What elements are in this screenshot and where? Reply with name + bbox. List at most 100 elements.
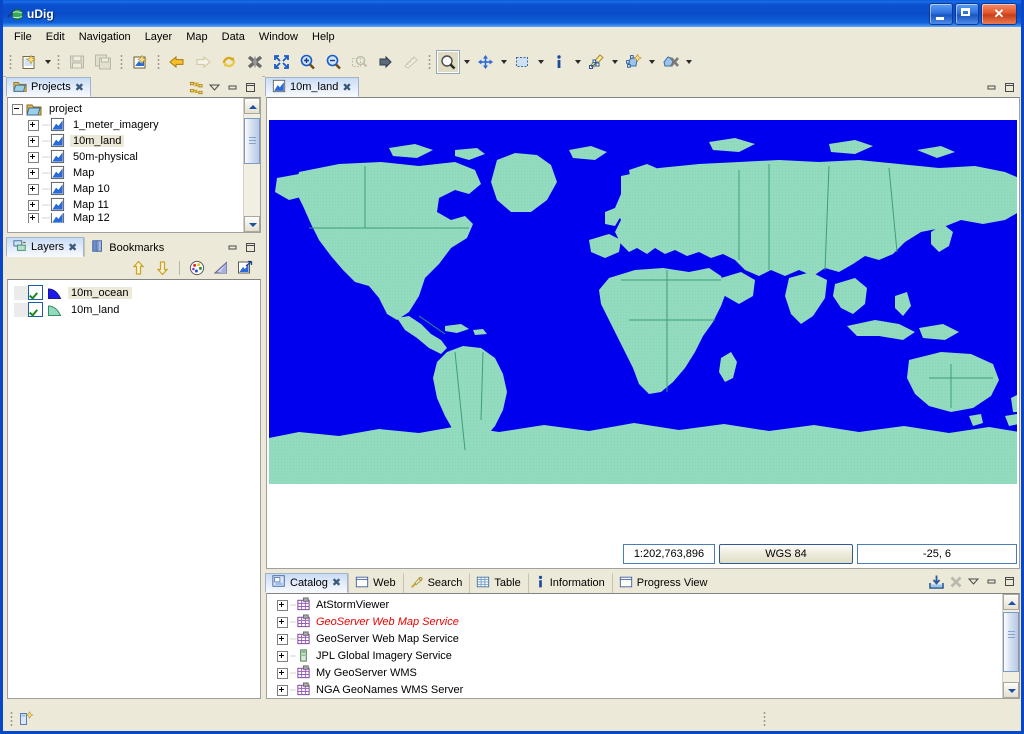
delete-feature-button[interactable] — [658, 50, 682, 74]
menu-item-edit[interactable]: Edit — [39, 29, 72, 45]
import-icon[interactable] — [927, 573, 945, 591]
pan-tool-dropdown-arrow[interactable] — [498, 51, 509, 73]
map-canvas[interactable] — [269, 120, 1017, 484]
measure-button[interactable] — [399, 50, 423, 74]
tab-progress-view[interactable]: Progress View — [612, 573, 715, 593]
scroll-thumb[interactable] — [1003, 612, 1019, 672]
maximize-icon[interactable] — [1002, 80, 1017, 95]
tree-item-10m_land[interactable]: 10m_land — [12, 133, 260, 149]
crs-button[interactable]: WGS 84 — [719, 544, 853, 564]
tab-projects[interactable]: Projects ✖ — [6, 77, 91, 97]
maximize-icon[interactable] — [1002, 574, 1017, 589]
expand-toggle[interactable] — [28, 184, 39, 195]
zoom-out-button[interactable] — [321, 50, 345, 74]
remove-x-icon[interactable] — [948, 574, 963, 589]
scroll-down-button[interactable] — [244, 216, 260, 232]
expand-toggle[interactable] — [28, 213, 39, 223]
scroll-down-button[interactable] — [1003, 682, 1019, 698]
menu-item-layer[interactable]: Layer — [138, 29, 180, 45]
layer-visibility-checkbox[interactable] — [28, 302, 43, 317]
delete-feature-dropdown-arrow[interactable] — [683, 51, 694, 73]
layer-row-10m_ocean[interactable]: 10m_ocean — [8, 284, 260, 301]
info-tool-button[interactable] — [547, 50, 571, 74]
expand-toggle[interactable] — [277, 668, 288, 679]
tab-table[interactable]: Table — [469, 573, 527, 593]
menu-item-data[interactable]: Data — [215, 29, 252, 45]
zoom-extent-button[interactable] — [269, 50, 293, 74]
minimize-icon[interactable] — [984, 574, 999, 589]
layer-row-10m_land[interactable]: 10m_land — [8, 301, 260, 318]
expand-toggle[interactable] — [28, 168, 39, 179]
arrow-down-icon[interactable] — [153, 259, 171, 277]
catalog-entry-my-geoserver-wms[interactable]: My GeoServer WMS — [267, 665, 1019, 682]
forward-button[interactable] — [191, 50, 215, 74]
zoom-selection-button[interactable] — [347, 50, 371, 74]
menu-item-file[interactable]: File — [7, 29, 39, 45]
tree-item-1_meter_imagery[interactable]: 1_meter_imagery — [12, 117, 260, 133]
pan-to-button[interactable] — [373, 50, 397, 74]
expand-toggle[interactable] — [277, 600, 288, 611]
expand-toggle[interactable] — [277, 651, 288, 662]
scroll-up-button[interactable] — [244, 98, 260, 114]
menu-item-window[interactable]: Window — [252, 29, 305, 45]
menu-item-help[interactable]: Help — [305, 29, 342, 45]
expand-toggle[interactable] — [28, 152, 39, 163]
maximize-button[interactable] — [955, 3, 979, 25]
pan-tool-button[interactable] — [473, 50, 497, 74]
zoom-tool-dropdown-arrow[interactable] — [461, 51, 472, 73]
zoom-tool-button[interactable] — [436, 50, 460, 74]
save-all-button[interactable] — [91, 50, 115, 74]
close-view-icon[interactable]: ✖ — [68, 241, 77, 254]
tab-layers[interactable]: Layers ✖ — [6, 237, 84, 257]
tree-item-map-12[interactable]: Map 12 — [12, 213, 260, 223]
tree-node-project[interactable]: project — [12, 101, 260, 117]
tree-item-map-11[interactable]: Map 11 — [12, 197, 260, 213]
expand-toggle[interactable] — [12, 104, 23, 115]
link-editor-icon[interactable] — [189, 80, 204, 95]
minimize-icon[interactable] — [984, 80, 999, 95]
minimize-icon[interactable] — [225, 240, 240, 255]
tab-bookmarks[interactable]: Bookmarks — [84, 237, 171, 257]
new-button[interactable] — [17, 50, 41, 74]
expand-toggle[interactable] — [28, 136, 39, 147]
expand-toggle[interactable] — [28, 200, 39, 211]
catalog-entry-atstormviewer[interactable]: AtStormViewer — [267, 597, 1019, 614]
save-button[interactable] — [65, 50, 89, 74]
edit-geometry-dropdown-arrow[interactable] — [609, 51, 620, 73]
info-tool-dropdown-arrow[interactable] — [572, 51, 583, 73]
expand-toggle[interactable] — [277, 634, 288, 645]
stop-button[interactable] — [243, 50, 267, 74]
view-menu-chevron-icon[interactable] — [207, 80, 222, 95]
layer-visibility-checkbox[interactable] — [28, 285, 43, 300]
scale-field[interactable]: 1:202,763,896 — [623, 544, 715, 564]
zoom-in-button[interactable] — [295, 50, 319, 74]
projects-vertical-scrollbar[interactable] — [243, 98, 260, 232]
tab-10m_land-editor[interactable]: 10m_land ✖ — [265, 77, 359, 97]
maximize-icon[interactable] — [243, 240, 258, 255]
edit-geometry-button[interactable] — [584, 50, 608, 74]
close-view-icon[interactable]: ✖ — [75, 81, 84, 94]
menu-item-map[interactable]: Map — [179, 29, 214, 45]
new-map-button[interactable] — [128, 50, 152, 74]
zoom-layer-icon[interactable] — [236, 259, 254, 277]
tab-web[interactable]: Web — [348, 573, 402, 593]
close-view-icon[interactable]: ✖ — [332, 576, 341, 589]
new-dropdown-arrow[interactable] — [42, 51, 53, 73]
tree-item-map-10[interactable]: Map 10 — [12, 181, 260, 197]
create-feature-button[interactable] — [621, 50, 645, 74]
tab-information[interactable]: Information — [528, 573, 612, 593]
scroll-thumb[interactable] — [244, 118, 260, 164]
expand-toggle[interactable] — [277, 617, 288, 628]
select-tool-button[interactable] — [510, 50, 534, 74]
catalog-vertical-scrollbar[interactable] — [1002, 594, 1019, 698]
close-button[interactable]: ✕ — [981, 3, 1017, 25]
maximize-icon[interactable] — [243, 80, 258, 95]
refresh-button[interactable] — [217, 50, 241, 74]
catalog-entry-geoserver-wms[interactable]: GeoServer Web Map Service — [267, 631, 1019, 648]
arrow-up-icon[interactable] — [129, 259, 147, 277]
select-tool-dropdown-arrow[interactable] — [535, 51, 546, 73]
triangle-style-icon[interactable] — [212, 259, 230, 277]
tree-item-map[interactable]: Map — [12, 165, 260, 181]
minimize-button[interactable] — [929, 3, 953, 25]
minimize-icon[interactable] — [225, 80, 240, 95]
